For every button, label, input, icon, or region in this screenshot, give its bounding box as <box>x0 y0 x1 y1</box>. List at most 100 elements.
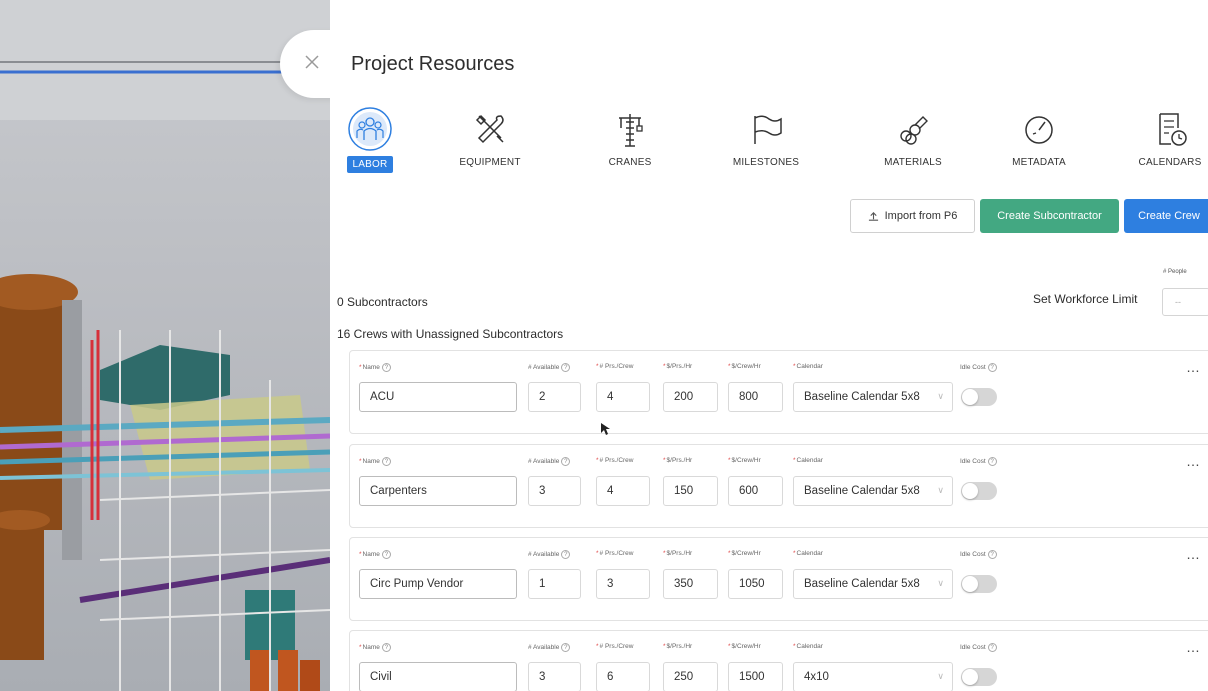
workers-icon <box>348 107 392 151</box>
help-icon[interactable]: ? <box>987 550 997 559</box>
gauge-icon <box>1025 116 1053 144</box>
flag-icon <box>754 115 782 144</box>
required-mark: * <box>663 550 666 557</box>
chevron-down-icon: ∨ <box>937 391 944 401</box>
tab-cranes[interactable]: CRANES <box>580 106 680 170</box>
3d-model-viewport[interactable] <box>0 0 330 691</box>
crew-name-input[interactable]: Civil <box>359 662 517 691</box>
more-options-button[interactable]: … <box>1186 639 1201 655</box>
help-icon[interactable]: ? <box>561 550 571 559</box>
rate-per-crew-input[interactable]: 600 <box>728 476 783 506</box>
calendar-select[interactable]: Baseline Calendar 5x8 ∨ <box>793 382 953 412</box>
label-text: Name <box>362 551 380 559</box>
label-text: # Available <box>528 458 560 466</box>
tab-metadata[interactable]: METADATA <box>989 106 1089 170</box>
persons-per-crew-input[interactable]: 6 <box>596 662 650 691</box>
help-icon[interactable]: ? <box>381 363 391 372</box>
calendar-select[interactable]: Baseline Calendar 5x8 ∨ <box>793 569 953 599</box>
help-icon[interactable]: ? <box>381 457 391 466</box>
tab-calendars[interactable]: CALENDARS <box>1120 106 1208 170</box>
tab-label: CRANES <box>608 157 652 168</box>
required-mark: * <box>663 457 666 464</box>
help-icon[interactable]: ? <box>561 643 571 652</box>
tab-labor[interactable]: LABOR <box>320 106 420 173</box>
rate-per-person-input[interactable]: 200 <box>663 382 718 412</box>
rate-per-crew-input[interactable]: 800 <box>728 382 783 412</box>
help-icon[interactable]: ? <box>987 457 997 466</box>
available-input[interactable]: 1 <box>528 569 581 599</box>
prs-crew-field-label: *# Prs./Crew <box>596 643 633 650</box>
workforce-limit-input[interactable]: -- <box>1162 288 1208 316</box>
rate-crew-field-label: *$/Crew/Hr <box>728 457 761 464</box>
rate-per-person-input[interactable]: 350 <box>663 569 718 599</box>
help-icon[interactable]: ? <box>561 363 571 372</box>
rate-per-crew-input[interactable]: 1500 <box>728 662 783 691</box>
persons-per-crew-input[interactable]: 4 <box>596 382 650 412</box>
available-input[interactable]: 2 <box>528 382 581 412</box>
rate-prs-field-label: *$/Prs./Hr <box>663 363 692 370</box>
tab-milestones[interactable]: MILESTONES <box>716 106 816 170</box>
required-mark: * <box>793 457 796 464</box>
name-field-label: *Name? <box>359 457 391 466</box>
create-crew-button[interactable]: Create Crew <box>1124 199 1208 233</box>
calendar-select[interactable]: Baseline Calendar 5x8 ∨ <box>793 476 953 506</box>
tab-equipment[interactable]: EQUIPMENT <box>440 106 540 170</box>
idle-cost-toggle[interactable] <box>961 388 997 406</box>
tab-label: MILESTONES <box>732 157 800 168</box>
persons-per-crew-input[interactable]: 4 <box>596 476 650 506</box>
more-options-button[interactable]: … <box>1186 546 1201 562</box>
rate-per-person-input[interactable]: 250 <box>663 662 718 691</box>
tab-label: CALENDARS <box>1138 157 1202 168</box>
close-icon <box>305 55 319 69</box>
label-text: Calendar <box>796 643 823 650</box>
more-options-button[interactable]: … <box>1186 453 1201 469</box>
label-text: Name <box>362 458 380 466</box>
import-from-p6-button[interactable]: Import from P6 <box>850 199 975 233</box>
help-icon[interactable]: ? <box>987 363 997 372</box>
available-field-label: # Available? <box>528 457 571 466</box>
crew-name-input[interactable]: Carpenters <box>359 476 517 506</box>
required-mark: * <box>663 363 666 370</box>
rate-per-crew-input[interactable]: 1050 <box>728 569 783 599</box>
idle-cost-field-label: Idle Cost? <box>960 550 997 559</box>
crews-heading: 16 Crews with Unassigned Subcontractors <box>337 327 564 341</box>
more-options-button[interactable]: … <box>1186 359 1201 375</box>
toggle-knob <box>962 483 978 499</box>
chevron-down-icon: ∨ <box>937 671 944 681</box>
panel-title: Project Resources <box>351 53 515 75</box>
crew-name-input[interactable]: ACU <box>359 382 517 412</box>
toggle-knob <box>962 669 978 685</box>
create-subcontractor-button[interactable]: Create Subcontractor <box>980 199 1119 233</box>
crew-name-input[interactable]: Circ Pump Vendor <box>359 569 517 599</box>
idle-cost-toggle[interactable] <box>961 668 997 686</box>
label-text: $/Prs./Hr <box>666 363 693 370</box>
crew-card: *Name? # Available? *# Prs./Crew *$/Prs.… <box>349 630 1208 691</box>
required-mark: * <box>596 550 599 557</box>
calendar-select[interactable]: 4x10 ∨ <box>793 662 953 691</box>
label-text: $/Prs./Hr <box>666 643 693 650</box>
idle-cost-toggle[interactable] <box>961 575 997 593</box>
label-text: Idle Cost <box>960 364 986 372</box>
rate-crew-field-label: *$/Crew/Hr <box>728 550 761 557</box>
idle-cost-toggle[interactable] <box>961 482 997 500</box>
persons-per-crew-input[interactable]: 3 <box>596 569 650 599</box>
help-icon[interactable]: ? <box>987 643 997 652</box>
available-input[interactable]: 3 <box>528 662 581 691</box>
name-field-label: *Name? <box>359 643 391 652</box>
help-icon[interactable]: ? <box>381 643 391 652</box>
required-mark: * <box>728 363 731 370</box>
required-mark: * <box>793 643 796 650</box>
help-icon[interactable]: ? <box>381 550 391 559</box>
chevron-down-icon: ∨ <box>937 578 944 588</box>
label-text: $/Crew/Hr <box>731 457 761 464</box>
required-mark: * <box>359 644 362 652</box>
label-text: # Available <box>528 551 560 559</box>
label-text: $/Crew/Hr <box>731 363 761 370</box>
help-icon[interactable]: ? <box>561 457 571 466</box>
tab-materials[interactable]: MATERIALS <box>863 106 963 170</box>
available-input[interactable]: 3 <box>528 476 581 506</box>
rate-per-person-input[interactable]: 150 <box>663 476 718 506</box>
chevron-down-icon: ∨ <box>937 485 944 495</box>
required-mark: * <box>663 643 666 650</box>
crew-card: *Name? # Available? *# Prs./Crew *$/Prs.… <box>349 444 1208 528</box>
